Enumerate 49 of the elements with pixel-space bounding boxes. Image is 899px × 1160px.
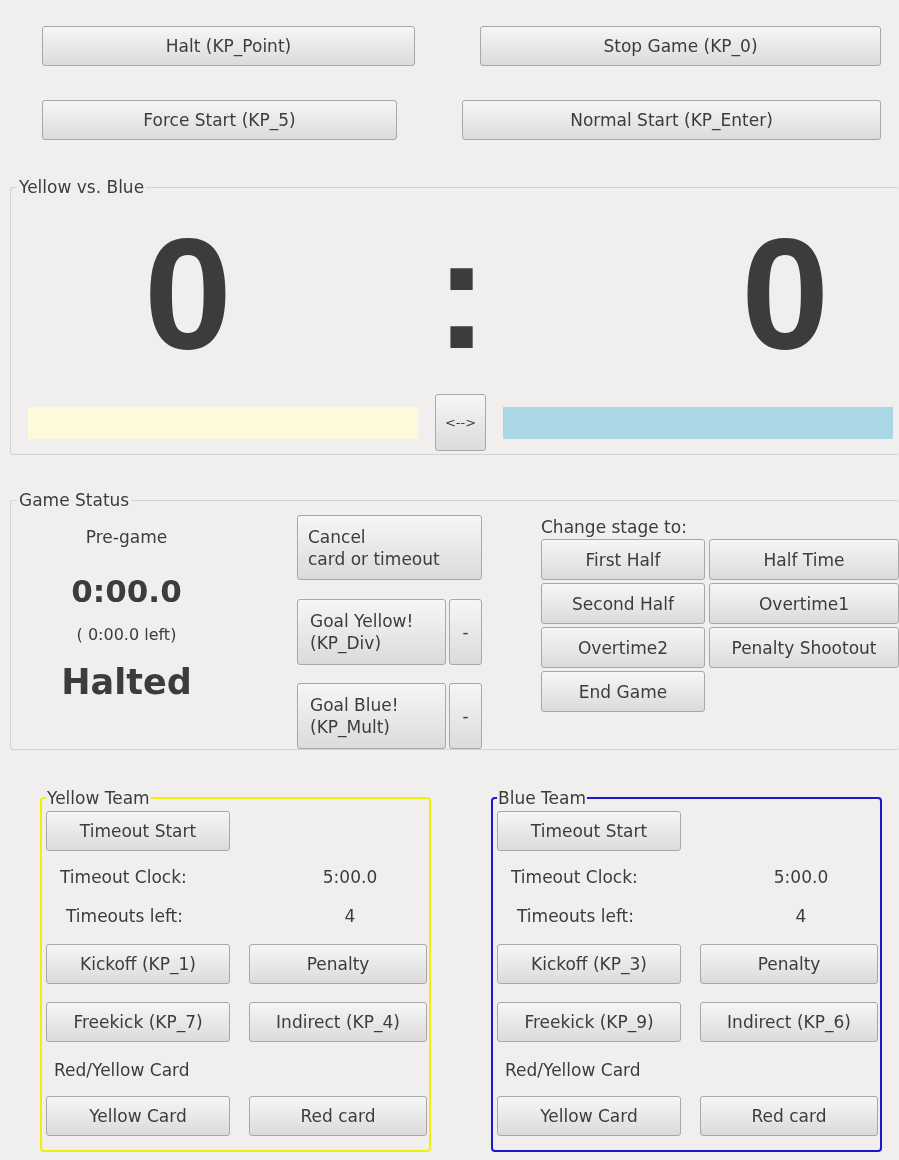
stage-button[interactable]: Penalty Shootout	[709, 627, 899, 668]
goal-button[interactable]: Goal Yellow! (KP_Div)	[297, 599, 446, 665]
command-button[interactable]: Normal Start (KP_Enter)	[462, 100, 881, 140]
action-button[interactable]: Kickoff (KP_3)	[497, 944, 681, 984]
card-button[interactable]: Red card	[700, 1096, 878, 1136]
stage-button[interactable]: Overtime1	[709, 583, 899, 624]
command-button[interactable]: Halt (KP_Point)	[42, 26, 415, 66]
stage-button[interactable]: First Half	[541, 539, 705, 580]
timeout-start-button[interactable]: Timeout Start	[46, 811, 230, 851]
action-button[interactable]: Indirect (KP_6)	[700, 1002, 878, 1042]
command-button[interactable]: Stop Game (KP_0)	[480, 26, 881, 66]
stage-button[interactable]: Overtime2	[541, 627, 705, 668]
time-left: ( 0:00.0 left)	[76, 625, 177, 644]
action-button[interactable]: Penalty	[700, 944, 878, 984]
timeouts-left: 4	[794, 905, 808, 927]
card-label: Red/Yellow Card	[504, 1059, 642, 1081]
stage-button[interactable]: End Game	[541, 671, 705, 712]
game-clock: 0:00.0	[71, 573, 182, 609]
team-score: 0	[741, 218, 829, 378]
change-stage-label: Change stage to:	[541, 516, 688, 538]
game-state: Halted	[61, 662, 192, 702]
timeouts-left: 4	[343, 905, 357, 927]
card-button[interactable]: Red card	[249, 1096, 427, 1136]
stage-button[interactable]: Half Time	[709, 539, 899, 580]
timeout-start-button[interactable]: Timeout Start	[497, 811, 681, 851]
action-button[interactable]: Freekick (KP_9)	[497, 1002, 681, 1042]
timeout-clock-label: Timeout Clock:	[60, 866, 188, 888]
action-button[interactable]: Penalty	[249, 944, 427, 984]
timeout-clock: 5:00.0	[321, 866, 379, 888]
cancel-button[interactable]: Cancel card or timeout	[297, 515, 482, 580]
timeout-clock: 5:00.0	[772, 866, 830, 888]
stage-label: Pre-game	[85, 527, 168, 549]
action-button[interactable]: Freekick (KP_7)	[46, 1002, 230, 1042]
card-button[interactable]: Yellow Card	[46, 1096, 230, 1136]
timeouts-left-label: Timeouts left:	[516, 905, 635, 927]
card-button[interactable]: Yellow Card	[497, 1096, 681, 1136]
stage-button[interactable]: Second Half	[541, 583, 705, 624]
team-score: 0	[144, 218, 232, 378]
action-button[interactable]: Indirect (KP_4)	[249, 1002, 427, 1042]
timeout-clock-label: Timeout Clock:	[511, 866, 639, 888]
undo-goal-button[interactable]: -	[449, 599, 482, 665]
card-label: Red/Yellow Card	[53, 1059, 191, 1081]
command-button[interactable]: Force Start (KP_5)	[42, 100, 397, 140]
timeouts-left-label: Timeouts left:	[65, 905, 184, 927]
undo-goal-button[interactable]: -	[449, 683, 482, 749]
swap-button[interactable]: <-->	[435, 394, 486, 451]
score-separator: :	[435, 218, 488, 378]
goal-button[interactable]: Goal Blue! (KP_Mult)	[297, 683, 446, 749]
action-button[interactable]: Kickoff (KP_1)	[46, 944, 230, 984]
